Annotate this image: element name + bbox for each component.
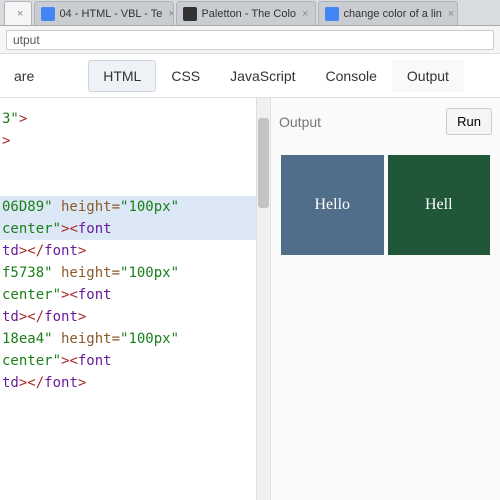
code-text: td <box>2 375 19 391</box>
code-text: > <box>78 309 86 325</box>
tab-html[interactable]: HTML <box>88 60 156 92</box>
code-text: center" <box>2 353 61 369</box>
tab-css[interactable]: CSS <box>156 60 215 92</box>
code-text: font <box>44 309 78 325</box>
browser-tab-strip: × 04 - HTML - VBL - Te × Paletton - The … <box>0 0 500 26</box>
close-icon[interactable]: × <box>448 8 454 20</box>
code-text: height= <box>53 199 120 215</box>
code-text: font <box>78 353 112 369</box>
code-text: font <box>78 287 112 303</box>
code-text: "100px" <box>120 199 179 215</box>
editor-toolbar: are HTML CSS JavaScript Console Output <box>0 54 500 98</box>
code-text: f5738" <box>2 265 53 281</box>
code-text: > <box>78 375 86 391</box>
code-text: font <box>44 243 78 259</box>
run-button[interactable]: Run <box>446 108 492 135</box>
code-editor[interactable]: 3"> > 06D89" height="100px" center"><fon… <box>0 98 270 500</box>
browser-tab[interactable]: change color of a lin × <box>318 1 458 25</box>
tab-label: change color of a lin <box>343 8 441 20</box>
tab-label: 04 - HTML - VBL - Te <box>59 8 162 20</box>
url-input[interactable] <box>6 30 494 50</box>
code-text: > <box>19 111 27 127</box>
code-text: ></ <box>19 375 44 391</box>
tab-console[interactable]: Console <box>311 60 392 92</box>
code-text: center" <box>2 287 61 303</box>
close-icon[interactable]: × <box>168 8 174 20</box>
browser-tab[interactable]: Paletton - The Colo × <box>176 1 316 25</box>
browser-tab[interactable]: 04 - HTML - VBL - Te × <box>34 1 174 25</box>
code-text: >< <box>61 221 78 237</box>
code-text: td <box>2 243 19 259</box>
code-text: ></ <box>19 309 44 325</box>
code-text: > <box>2 133 10 149</box>
code-text: 3" <box>2 111 19 127</box>
output-pane: Output Run Hello Hell <box>270 98 500 500</box>
output-cell: Hello <box>281 155 384 255</box>
tab-javascript[interactable]: JavaScript <box>215 60 310 92</box>
output-title: Output <box>279 114 321 130</box>
scrollbar-thumb[interactable] <box>258 118 269 208</box>
code-text: 06D89" <box>2 199 53 215</box>
code-text: center" <box>2 221 61 237</box>
code-text: td <box>2 309 19 325</box>
scrollbar[interactable] <box>256 98 270 500</box>
code-text: "100px" <box>120 265 179 281</box>
browser-tab[interactable]: × <box>4 1 32 25</box>
code-text: font <box>78 221 112 237</box>
code-text: font <box>44 375 78 391</box>
close-icon[interactable]: × <box>302 8 308 20</box>
tab-output[interactable]: Output <box>392 60 464 92</box>
code-text: 18ea4" <box>2 331 53 347</box>
favicon-icon <box>41 7 55 21</box>
code-text: >< <box>61 287 78 303</box>
code-text: height= <box>53 331 120 347</box>
code-text: > <box>78 243 86 259</box>
code-text: "100px" <box>120 331 179 347</box>
panel-tabs: HTML CSS JavaScript Console Output <box>88 60 464 92</box>
favicon-icon <box>183 7 197 21</box>
favicon-icon <box>325 7 339 21</box>
code-text: >< <box>61 353 78 369</box>
code-text: ></ <box>19 243 44 259</box>
close-icon[interactable]: × <box>17 8 23 20</box>
output-table: Hello Hell <box>281 155 490 255</box>
workspace: 3"> > 06D89" height="100px" center"><fon… <box>0 98 500 500</box>
output-body: Hello Hell <box>271 145 500 265</box>
code-text: height= <box>53 265 120 281</box>
address-bar <box>0 26 500 54</box>
share-button[interactable]: are <box>8 68 40 84</box>
output-header: Output Run <box>271 98 500 145</box>
tab-label: Paletton - The Colo <box>201 8 296 20</box>
output-cell: Hell <box>388 155 491 255</box>
